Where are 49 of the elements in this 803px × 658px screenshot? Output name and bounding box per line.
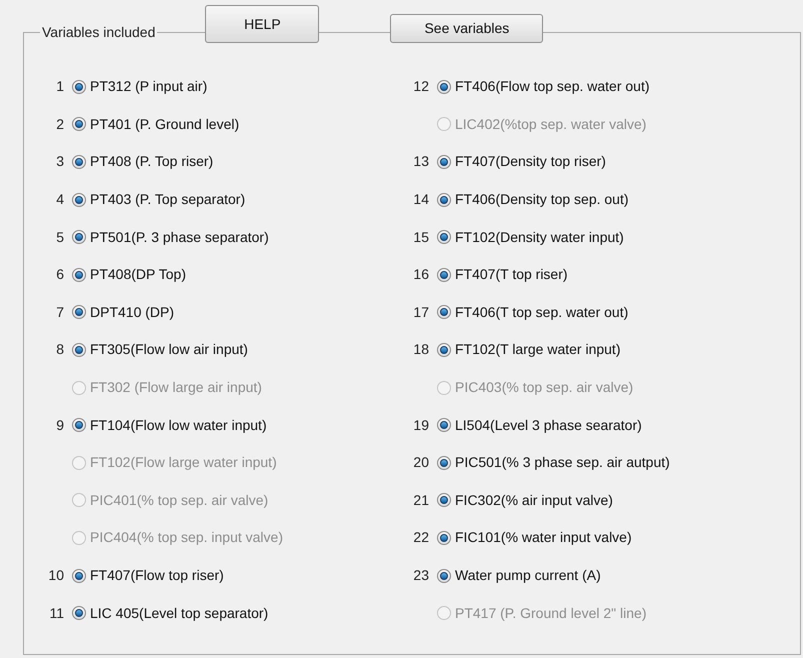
variable-number: 10 — [48, 566, 64, 586]
variable-radio[interactable]: FT406(T top sep. water out) — [437, 302, 628, 323]
variable-radio[interactable]: Water pump current (A) — [437, 565, 601, 586]
variable-radio[interactable]: PT401 (P. Ground level) — [72, 114, 240, 135]
variable-radio[interactable]: PT408(DP Top) — [72, 264, 186, 286]
variable-radio[interactable]: LI504(Level 3 phase searator) — [437, 414, 642, 436]
variable-radio[interactable]: FT102(T large water input) — [437, 339, 620, 360]
variable-radio[interactable]: FT407(Density top riser) — [437, 151, 606, 172]
variable-number: 15 — [413, 228, 429, 247]
variable-number: 13 — [413, 152, 429, 172]
variable-radio[interactable]: FIC302(% air input valve) — [437, 490, 613, 511]
variable-radio[interactable]: PT408 (P. Top riser) — [72, 151, 214, 172]
variable-radio[interactable]: FT406(Flow top sep. water out) — [437, 76, 650, 98]
variable-radio[interactable]: LIC 405(Level top separator) — [72, 602, 268, 624]
variable-number: 17 — [413, 302, 429, 322]
variable-radio[interactable]: PT312 (P input air) — [72, 76, 208, 98]
variable-number: 8 — [56, 340, 64, 360]
variable-radio[interactable]: FIC101(% water input valve) — [437, 527, 632, 548]
variable-radio[interactable]: PT403 (P. Top separator) — [72, 189, 246, 210]
variable-number: 23 — [413, 566, 429, 586]
help-button[interactable]: HELP — [205, 5, 320, 43]
variable-radio[interactable]: FT407(T top riser) — [437, 264, 568, 286]
variable-number: 4 — [56, 190, 64, 210]
variable-number: 20 — [413, 453, 429, 472]
variable-number: 18 — [413, 340, 429, 360]
variable-number: 3 — [56, 152, 64, 172]
see-variables-button[interactable]: See variables — [390, 14, 544, 43]
variable-number: 21 — [413, 490, 429, 510]
variable-number: 19 — [413, 416, 429, 435]
variable-number: 14 — [413, 190, 429, 210]
variable-number: 9 — [56, 416, 64, 435]
panel-title: Variables included — [40, 24, 158, 40]
variable-number: 11 — [49, 604, 64, 623]
variable-radio[interactable]: DPT410 (DP) — [72, 302, 174, 323]
variable-radio[interactable]: PT501(P. 3 phase separator) — [72, 226, 269, 248]
variable-radio[interactable]: PIC501(% 3 phase sep. air autput) — [437, 452, 670, 474]
variable-radio[interactable]: FT407(Flow top riser) — [72, 565, 224, 586]
variable-number: 12 — [413, 77, 429, 96]
variable-radio[interactable]: FT102(Density water input) — [437, 226, 624, 248]
variable-number: 5 — [56, 228, 64, 247]
variable-number: 1 — [56, 77, 64, 96]
variable-radio[interactable]: FT406(Density top sep. out) — [437, 189, 629, 210]
variable-radio[interactable]: FT104(Flow low water input) — [72, 414, 267, 436]
variable-number: 2 — [56, 114, 64, 134]
variable-number: 16 — [413, 265, 429, 284]
variable-number: 7 — [56, 302, 64, 322]
variable-radio[interactable]: FT305(Flow low air input) — [72, 339, 248, 360]
variable-number: 6 — [56, 265, 64, 284]
variable-number: 22 — [413, 528, 429, 548]
